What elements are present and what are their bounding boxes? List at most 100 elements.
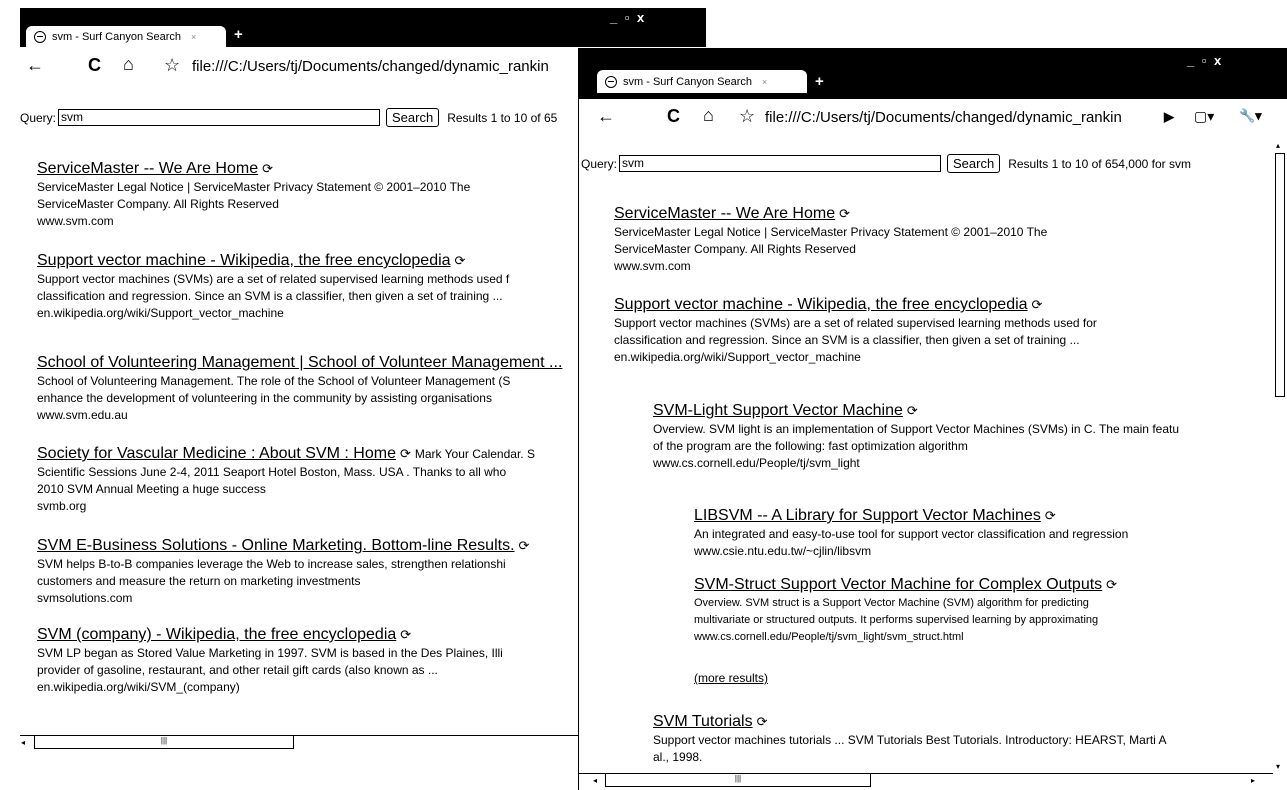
window-controls[interactable]: _ ▫ x — [610, 10, 646, 25]
result-item: Society for Vascular Medicine : About SV… — [37, 444, 535, 515]
vertical-scrollbar[interactable]: ▴ ▾ — [1273, 141, 1287, 771]
expand-arrow-icon[interactable]: ⟳ — [1045, 506, 1056, 526]
scroll-left-icon[interactable]: ◂ — [21, 738, 25, 747]
result-url: en.wikipedia.org/wiki/Support_vector_mac… — [37, 306, 284, 320]
tab-close-icon[interactable]: × — [762, 77, 767, 87]
result-title[interactable]: SVM Tutorials ⟳ — [653, 712, 1167, 732]
result-url: svmb.org — [37, 499, 87, 513]
home-icon[interactable]: ⌂ — [703, 105, 714, 126]
back-tab[interactable]: svm - Surf Canyon Search × — [26, 26, 226, 47]
star-icon[interactable]: ☆ — [164, 55, 180, 76]
result-url: www.svm.com — [37, 214, 114, 228]
result-snippet: SVM helps B-to-B companies leverage the … — [37, 557, 506, 571]
wrench-menu-icon[interactable]: 🔧▾ — [1239, 108, 1262, 124]
result-title[interactable]: School of Volunteering Management | Scho… — [37, 353, 562, 373]
front-toolbar: ← C ⌂ ☆ file:///C:/Users/tj/Documents/ch… — [579, 99, 1287, 139]
scroll-left-icon[interactable]: ◂ — [593, 776, 597, 785]
result-title[interactable]: Society for Vascular Medicine : About SV… — [37, 444, 535, 464]
reload-icon[interactable]: C — [88, 55, 101, 76]
result-snippet: al., 1998. — [653, 750, 703, 764]
expand-arrow-icon[interactable]: ⟳ — [907, 401, 918, 421]
expand-arrow-icon[interactable]: ⟳ — [400, 444, 411, 464]
window-controls[interactable]: _ ▫ x — [1187, 53, 1223, 68]
play-icon[interactable]: ▶ — [1164, 109, 1174, 125]
tab-title: svm - Surf Canyon Search — [623, 75, 752, 88]
new-tab-button[interactable]: + — [815, 73, 824, 90]
more-results-link[interactable]: (more results) — [694, 671, 768, 685]
result-snippet: An integrated and easy-to-use tool for s… — [694, 527, 1129, 541]
star-icon[interactable]: ☆ — [739, 106, 755, 127]
result-snippet: Support vector machines (SVMs) are a set… — [614, 316, 1097, 330]
result-url: svmsolutions.com — [37, 591, 133, 605]
result-snippet: customers and measure the return on mark… — [37, 574, 361, 588]
page-menu-icon[interactable]: ▢▾ — [1194, 108, 1214, 125]
new-tab-button[interactable]: + — [234, 26, 243, 43]
result-item: SVM E-Business Solutions - Online Market… — [37, 536, 529, 607]
result-item: Support vector machine - Wikipedia, the … — [37, 251, 509, 322]
back-title-bar: svm - Surf Canyon Search × + _ ▫ x — [20, 8, 706, 47]
scrollbar-thumb[interactable]: ||| — [34, 735, 294, 749]
result-snippet: ServiceMaster Legal Notice | ServiceMast… — [37, 180, 471, 194]
result-url: en.wikipedia.org/wiki/Support_vector_mac… — [614, 350, 861, 364]
expand-arrow-icon[interactable]: ⟳ — [262, 159, 273, 179]
result-title[interactable]: ServiceMaster -- We Are Home ⟳ — [37, 159, 470, 179]
result-snippet: multivariate or structured outputs. It p… — [694, 614, 1099, 626]
result-item: SVM Tutorials ⟳ Support vector machines t… — [653, 712, 1167, 766]
result-title[interactable]: SVM-Light Support Vector Machine ⟳ — [653, 401, 1179, 421]
globe-icon — [34, 30, 46, 43]
expand-arrow-icon[interactable]: ⟳ — [400, 625, 411, 645]
result-title[interactable]: LIBSVM -- A Library for Support Vector M… — [694, 506, 1128, 526]
horizontal-scrollbar[interactable]: ◂ ||| ▸ — [579, 773, 1273, 788]
scrollbar-thumb[interactable] — [1275, 153, 1285, 397]
result-title[interactable]: SVM E-Business Solutions - Online Market… — [37, 536, 529, 556]
result-title[interactable]: Support vector machine - Wikipedia, the … — [614, 295, 1097, 315]
home-icon[interactable]: ⌂ — [123, 54, 134, 75]
expand-arrow-icon[interactable]: ⟳ — [839, 204, 850, 224]
address-bar[interactable]: file:///C:/Users/tj/Documents/changed/dy… — [192, 58, 582, 75]
search-button[interactable]: Search — [386, 108, 440, 127]
result-item: ServiceMaster -- We Are Home ⟳ ServiceMas… — [37, 159, 470, 230]
result-snippet: Support vector machines (SVMs) are a set… — [37, 272, 510, 286]
result-title[interactable]: SVM (company) - Wikipedia, the free ency… — [37, 625, 503, 645]
front-query-bar: Query: svm Search Results 1 to 10 of 654… — [581, 154, 1191, 173]
result-title[interactable]: ServiceMaster -- We Are Home ⟳ — [614, 204, 1047, 224]
result-title[interactable]: Support vector machine - Wikipedia, the … — [37, 251, 509, 271]
expand-arrow-icon[interactable]: ⟳ — [519, 536, 530, 556]
search-button[interactable]: Search — [947, 154, 1001, 173]
query-input[interactable]: svm — [58, 109, 381, 126]
reload-icon[interactable]: C — [667, 106, 680, 127]
result-snippet: ServiceMaster Company. All Rights Reserv… — [37, 197, 279, 211]
scroll-down-icon[interactable]: ▾ — [1276, 762, 1280, 771]
query-label: Query: — [20, 110, 57, 125]
expand-arrow-icon[interactable]: ⟳ — [455, 251, 466, 271]
result-snippet: classification and regression. Since an … — [614, 333, 1080, 347]
back-arrow-icon[interactable]: ← — [26, 55, 44, 76]
query-input[interactable]: svm — [619, 155, 942, 172]
result-title[interactable]: SVM-Struct Support Vector Machine for Co… — [694, 575, 1117, 595]
tab-close-icon[interactable]: × — [191, 32, 196, 42]
scrollbar-thumb[interactable]: ||| — [605, 773, 871, 787]
expand-arrow-icon[interactable]: ⟳ — [757, 712, 768, 732]
result-title-extra: Mark Your Calendar. S — [414, 447, 535, 461]
result-url: en.wikipedia.org/wiki/SVM_(company) — [37, 680, 240, 694]
scroll-right-icon[interactable]: ▸ — [1251, 776, 1255, 785]
result-item: ServiceMaster -- We Are Home ⟳ ServiceMas… — [614, 204, 1047, 275]
back-query-bar: Query: svm Search Results 1 to 10 of 65 — [20, 108, 557, 127]
result-snippet: Support vector machines tutorials ... SV… — [653, 733, 1167, 747]
scroll-up-icon[interactable]: ▴ — [1276, 141, 1280, 150]
result-item: Support vector machine - Wikipedia, the … — [614, 295, 1097, 366]
result-snippet: of the program are the following: fast o… — [653, 439, 968, 453]
result-snippet: Overview. SVM light is an implementation… — [653, 422, 1180, 436]
result-item: School of Volunteering Management | Scho… — [37, 353, 562, 424]
result-item: SVM-Struct Support Vector Machine for Co… — [694, 575, 1117, 646]
globe-icon — [605, 75, 617, 88]
address-bar[interactable]: file:///C:/Users/tj/Documents/changed/dy… — [765, 109, 1155, 126]
front-tab[interactable]: svm - Surf Canyon Search × — [597, 70, 807, 93]
results-count: Results 1 to 10 of 654,000 for svm — [1008, 156, 1191, 171]
expand-arrow-icon[interactable]: ⟳ — [1032, 295, 1043, 315]
result-snippet: 2010 SVM Annual Meeting a huge success — [37, 482, 266, 496]
expand-arrow-icon[interactable]: ⟳ — [1106, 575, 1117, 595]
result-item: LIBSVM -- A Library for Support Vector M… — [694, 506, 1128, 560]
back-arrow-icon[interactable]: ← — [597, 106, 615, 127]
result-snippet: School of Volunteering Management. The r… — [37, 374, 511, 388]
